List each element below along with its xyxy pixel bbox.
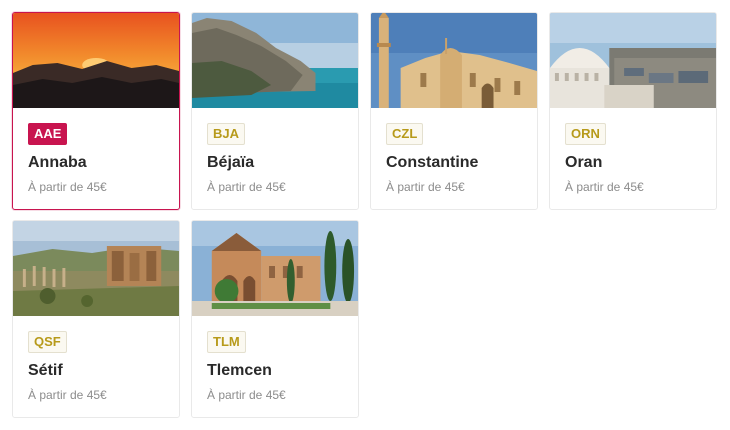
destination-card-oran[interactable]: ORN Oran À partir de 45€: [549, 12, 717, 210]
destination-card-tlemcen[interactable]: TLM Tlemcen À partir de 45€: [191, 220, 359, 418]
city-name: Tlemcen: [207, 362, 272, 379]
destination-card-bejaia[interactable]: BJA Béjaïa À partir de 45€: [191, 12, 359, 210]
destination-card-annaba[interactable]: AAE Annaba À partir de 45€: [12, 12, 180, 210]
destination-image-palace-garden: [192, 221, 358, 316]
airport-code-badge: QSF: [28, 331, 67, 353]
airport-code-badge: TLM: [207, 331, 246, 353]
destination-image-mosque: [371, 13, 537, 108]
destinations-grid: AAE Annaba À partir de 45€ BJA Béjaïa À …: [0, 0, 730, 430]
price-text: À partir de 45€: [28, 180, 107, 194]
city-name: Annaba: [28, 154, 87, 171]
destination-card-constantine[interactable]: CZL Constantine À partir de 45€: [370, 12, 538, 210]
destination-image-sunset: [13, 13, 179, 108]
destination-image-coastal-cliff: [192, 13, 358, 108]
city-name: Sétif: [28, 362, 63, 379]
price-text: À partir de 45€: [386, 180, 465, 194]
airport-code-badge: AAE: [28, 123, 68, 145]
price-text: À partir de 45€: [565, 180, 644, 194]
airport-code-badge: BJA: [207, 123, 246, 145]
destination-image-domed-building: [550, 13, 716, 108]
airport-code-badge: ORN: [565, 123, 606, 145]
price-text: À partir de 45€: [28, 388, 107, 402]
city-name: Constantine: [386, 154, 479, 171]
airport-code-badge: CZL: [386, 123, 424, 145]
price-text: À partir de 45€: [207, 180, 286, 194]
price-text: À partir de 45€: [207, 388, 286, 402]
destination-card-setif[interactable]: QSF Sétif À partir de 45€: [12, 220, 180, 418]
city-name: Oran: [565, 154, 603, 171]
destination-image-roman-ruins: [13, 221, 179, 316]
city-name: Béjaïa: [207, 154, 255, 171]
